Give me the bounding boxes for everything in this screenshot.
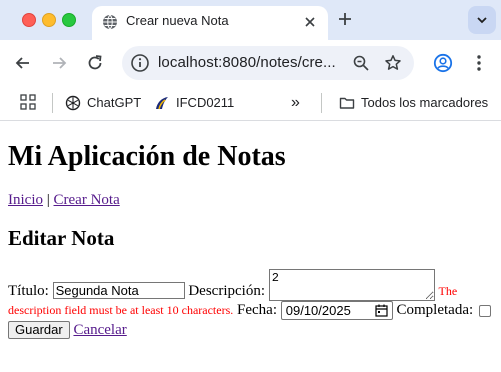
profile-icon[interactable] (433, 53, 453, 73)
reload-icon[interactable] (85, 53, 105, 73)
back-arrow-icon[interactable] (13, 53, 33, 73)
title-label: Título: (8, 283, 49, 299)
maximize-window-button[interactable] (62, 13, 76, 27)
all-bookmarks-label: Todos los marcadores (361, 95, 489, 110)
url-text: localhost:8080/notes/cre... (158, 54, 336, 71)
zoom-icon[interactable] (352, 54, 370, 72)
completed-label: Completada: (396, 302, 474, 318)
forward-arrow-icon[interactable] (49, 53, 69, 73)
site-info-icon[interactable] (130, 53, 150, 73)
bookmarks-divider (321, 93, 322, 113)
bookmark-label: IFCD0211 (176, 95, 235, 110)
apps-grid-icon[interactable] (20, 94, 36, 110)
cancel-link[interactable]: Cancelar (73, 322, 126, 338)
tab-active[interactable]: Crear nueva Nota (92, 6, 328, 40)
bookmark-ifcd0211[interactable]: IFCD0211 (154, 92, 244, 114)
bookmarks-divider (52, 93, 53, 113)
bookmark-chatgpt[interactable]: ChatGPT (65, 92, 145, 114)
browser-chrome: Crear nueva Nota localhost:8080/notes/cr… (0, 0, 501, 121)
bookmark-favicon-icon (156, 97, 168, 110)
address-bar[interactable]: localhost:8080/notes/cre... (122, 46, 414, 80)
chevron-down-icon (477, 17, 487, 24)
completed-checkbox[interactable] (479, 304, 492, 317)
globe-icon (103, 14, 117, 30)
nav-separator: | (43, 192, 54, 208)
chatgpt-icon (65, 95, 81, 111)
date-value: 09/10/2025 (285, 303, 351, 319)
new-tab-icon[interactable] (336, 10, 354, 28)
bookmarks-bar: ChatGPT IFCD0211 » Todos los marcadores (0, 86, 501, 121)
description-textarea[interactable]: 2 (268, 269, 435, 301)
tab-search-button[interactable] (468, 6, 496, 34)
close-icon[interactable] (302, 14, 318, 30)
form-actions: Guardar Cancelar (8, 321, 498, 340)
form-heading: Editar Nota (8, 226, 115, 250)
create-note-link[interactable]: Crear Nota (54, 192, 120, 208)
calendar-icon[interactable] (375, 304, 388, 317)
main-nav: Inicio | Crear Nota (8, 192, 120, 209)
tab-strip: Crear nueva Nota (0, 0, 501, 40)
folder-icon (339, 97, 355, 109)
minimize-window-button[interactable] (42, 13, 56, 27)
edit-note-form: Título: Descripción: 2 The description f… (8, 269, 498, 340)
bookmark-label: ChatGPT (87, 95, 142, 110)
date-input[interactable]: 09/10/2025 (280, 301, 393, 321)
browser-toolbar: localhost:8080/notes/cre... (0, 40, 501, 86)
bookmarks-overflow-button[interactable]: » (291, 92, 305, 114)
more-menu-icon[interactable] (469, 53, 489, 73)
save-button[interactable]: Guardar (8, 321, 70, 340)
home-link[interactable]: Inicio (8, 192, 43, 208)
all-bookmarks-folder[interactable]: Todos los marcadores (339, 92, 499, 114)
description-label: Descripción: (188, 283, 265, 299)
tab-title: Crear nueva Nota (126, 13, 229, 28)
close-window-button[interactable] (22, 13, 36, 27)
bookmark-star-icon[interactable] (384, 54, 402, 72)
chevron-double-right-icon: » (291, 94, 300, 111)
page-title: Mi Aplicación de Notas (8, 141, 286, 172)
title-input[interactable] (52, 282, 185, 299)
date-label: Fecha: (237, 302, 277, 318)
